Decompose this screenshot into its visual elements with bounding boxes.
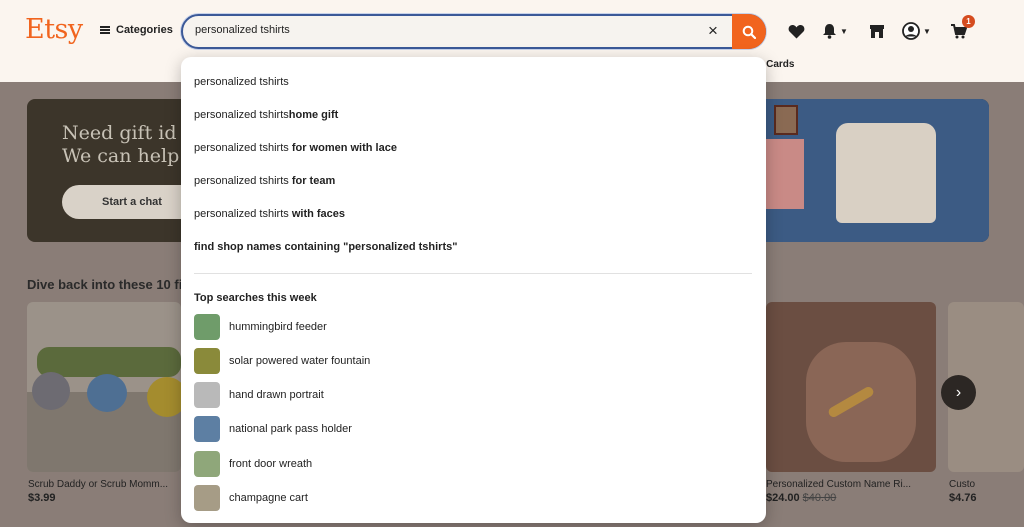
hero-heading: Need gift id We can help xyxy=(62,122,179,168)
search-suggestions-dropdown: personalized tshirts personalized tshirt… xyxy=(181,57,766,523)
product-title[interactable]: Scrub Daddy or Scrub Momm... xyxy=(28,479,168,490)
suggestion-base-text: personalized tshirts xyxy=(194,142,292,154)
product-image-scrub-daddy[interactable] xyxy=(27,302,181,472)
price-current: $24.00 xyxy=(766,492,800,504)
sponge-blue-image xyxy=(87,374,127,412)
top-search-item[interactable]: champagne cart xyxy=(194,485,308,511)
top-search-item[interactable]: hummingbird feeder xyxy=(194,314,327,340)
park-pass-holder-thumbnail xyxy=(194,416,220,442)
suggestion-bold-text: for women with lace xyxy=(291,142,397,154)
portrait-thumbnail xyxy=(194,382,220,408)
suggestion-base-text: personalized tshirts xyxy=(194,109,289,121)
shop-search-text: find shop names containing "personalized… xyxy=(194,241,458,253)
top-search-item[interactable]: national park pass holder xyxy=(194,416,352,442)
hero-card-image xyxy=(764,139,804,209)
product-price: $24.00 $40.00 xyxy=(766,492,836,504)
top-search-label: solar powered water fountain xyxy=(229,355,371,367)
search-input[interactable] xyxy=(195,24,695,36)
bell-icon xyxy=(823,24,836,39)
product-title[interactable]: Personalized Custom Name Ri... xyxy=(766,479,911,490)
price-current: $4.76 xyxy=(949,492,977,504)
cart-count-badge: 1 xyxy=(962,15,975,28)
top-search-label: hummingbird feeder xyxy=(229,321,327,333)
heart-icon xyxy=(788,24,805,38)
solar-fountain-thumbnail xyxy=(194,348,220,374)
categories-button[interactable]: Categories xyxy=(100,24,173,36)
suggestion-item[interactable]: personalized tshirts for women with lace xyxy=(194,142,397,154)
suggestion-bold-text: for team xyxy=(291,175,336,187)
shop-manager-button[interactable] xyxy=(869,21,885,41)
suggestion-bold-text: with faces xyxy=(291,208,346,220)
search-button[interactable] xyxy=(732,14,766,49)
hand-image xyxy=(806,342,916,462)
menu-icon xyxy=(100,26,110,34)
shop-icon xyxy=(870,25,884,38)
top-searches-title: Top searches this week xyxy=(194,292,317,304)
suggestion-base-text: personalized tshirts xyxy=(194,208,292,220)
top-search-label: hand drawn portrait xyxy=(229,389,324,401)
top-search-label: front door wreath xyxy=(229,458,313,470)
hummingbird-feeder-thumbnail xyxy=(194,314,220,340)
chevron-down-icon: ▼ xyxy=(923,26,931,36)
search-icon xyxy=(742,25,756,39)
product-image-ring[interactable] xyxy=(766,302,936,472)
recently-viewed-title: Dive back into these 10 fi xyxy=(27,277,183,292)
suggestion-bold-text: home gift xyxy=(288,109,339,121)
avatar-icon xyxy=(902,22,920,40)
notifications-button[interactable]: ▼ xyxy=(822,21,848,41)
categories-label: Categories xyxy=(116,24,173,36)
hero-frame-image xyxy=(774,105,798,135)
product-price: $4.76 xyxy=(949,492,977,504)
champagne-cart-thumbnail xyxy=(194,485,220,511)
favorites-button[interactable] xyxy=(788,21,805,41)
top-search-label: champagne cart xyxy=(229,492,308,504)
suggestion-item[interactable]: personalized tshirts with faces xyxy=(194,208,345,220)
sponge-yellow-image xyxy=(147,377,181,417)
chevron-right-icon: › xyxy=(955,383,962,401)
account-button[interactable]: ▼ xyxy=(902,21,931,41)
price-current: $3.99 xyxy=(28,492,56,504)
hero-sweatshirt-image xyxy=(836,123,936,223)
suggestion-item[interactable]: personalized tshirts xyxy=(194,76,289,88)
door-wreath-thumbnail xyxy=(194,451,220,477)
suggestion-base-text: personalized tshirts xyxy=(194,76,289,88)
search-box[interactable]: × xyxy=(181,14,766,49)
price-original: $40.00 xyxy=(802,492,837,504)
hero-line-1: Need gift id xyxy=(62,122,177,144)
top-search-label: national park pass holder xyxy=(229,423,352,435)
clear-search-button[interactable]: × xyxy=(708,22,718,39)
hero-line-2: We can help xyxy=(62,145,180,167)
suggestion-item[interactable]: personalized tshirtshome gift xyxy=(194,109,338,121)
product-price: $3.99 xyxy=(28,492,56,504)
etsy-logo[interactable]: Etsy xyxy=(25,14,83,45)
suggestion-base-text: personalized tshirts xyxy=(194,175,292,187)
sponge-gray-image xyxy=(32,372,70,410)
carousel-next-button[interactable]: › xyxy=(941,375,976,410)
shop-name-search-item[interactable]: find shop names containing "personalized… xyxy=(194,241,457,253)
top-search-item[interactable]: solar powered water fountain xyxy=(194,348,370,374)
plant-image xyxy=(37,347,181,377)
chevron-down-icon: ▼ xyxy=(840,26,848,36)
hero-image xyxy=(764,99,989,242)
top-search-item[interactable]: hand drawn portrait xyxy=(194,382,324,408)
suggestion-item[interactable]: personalized tshirts for team xyxy=(194,175,335,187)
divider xyxy=(194,273,752,274)
product-title[interactable]: Custo xyxy=(949,479,975,490)
top-search-item[interactable]: front door wreath xyxy=(194,451,312,477)
